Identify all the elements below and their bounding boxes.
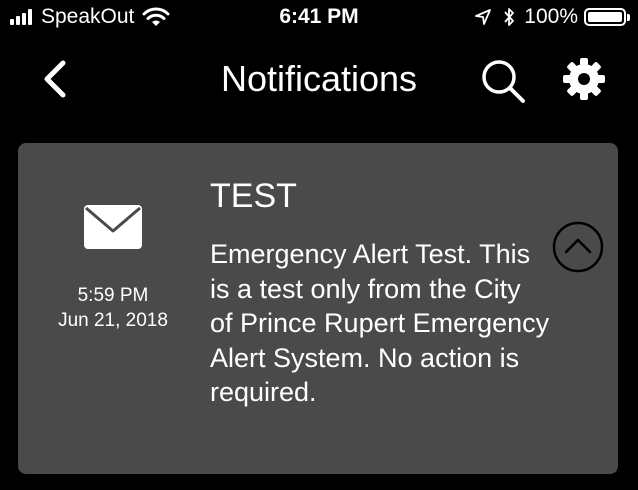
notification-date: Jun 21, 2018 <box>58 310 168 331</box>
notification-card[interactable]: 5:59 PM Jun 21, 2018 TEST Emergency Aler… <box>18 143 618 474</box>
page-title: Notifications <box>220 58 418 99</box>
search-icon <box>482 60 525 103</box>
bluetooth-icon <box>504 8 515 26</box>
notification-title: TEST <box>210 177 297 215</box>
collapse-button[interactable] <box>552 221 604 273</box>
notification-time: 5:59 PM <box>77 285 149 306</box>
battery-icon <box>584 8 630 26</box>
location-arrow-icon <box>475 9 492 25</box>
battery-percent: 100% <box>524 5 578 28</box>
search-button[interactable] <box>476 54 530 108</box>
settings-button[interactable] <box>557 54 611 104</box>
notification-body: Emergency Alert Test. This is a test onl… <box>210 239 550 407</box>
gear-icon <box>563 58 605 100</box>
status-bar: SpeakOut 6:41 PM 100% <box>0 0 638 34</box>
chevron-up-circle-icon <box>552 221 604 273</box>
nav-bar: Notifications <box>0 44 638 114</box>
status-right: 100% <box>474 4 630 30</box>
envelope-icon <box>84 205 142 249</box>
